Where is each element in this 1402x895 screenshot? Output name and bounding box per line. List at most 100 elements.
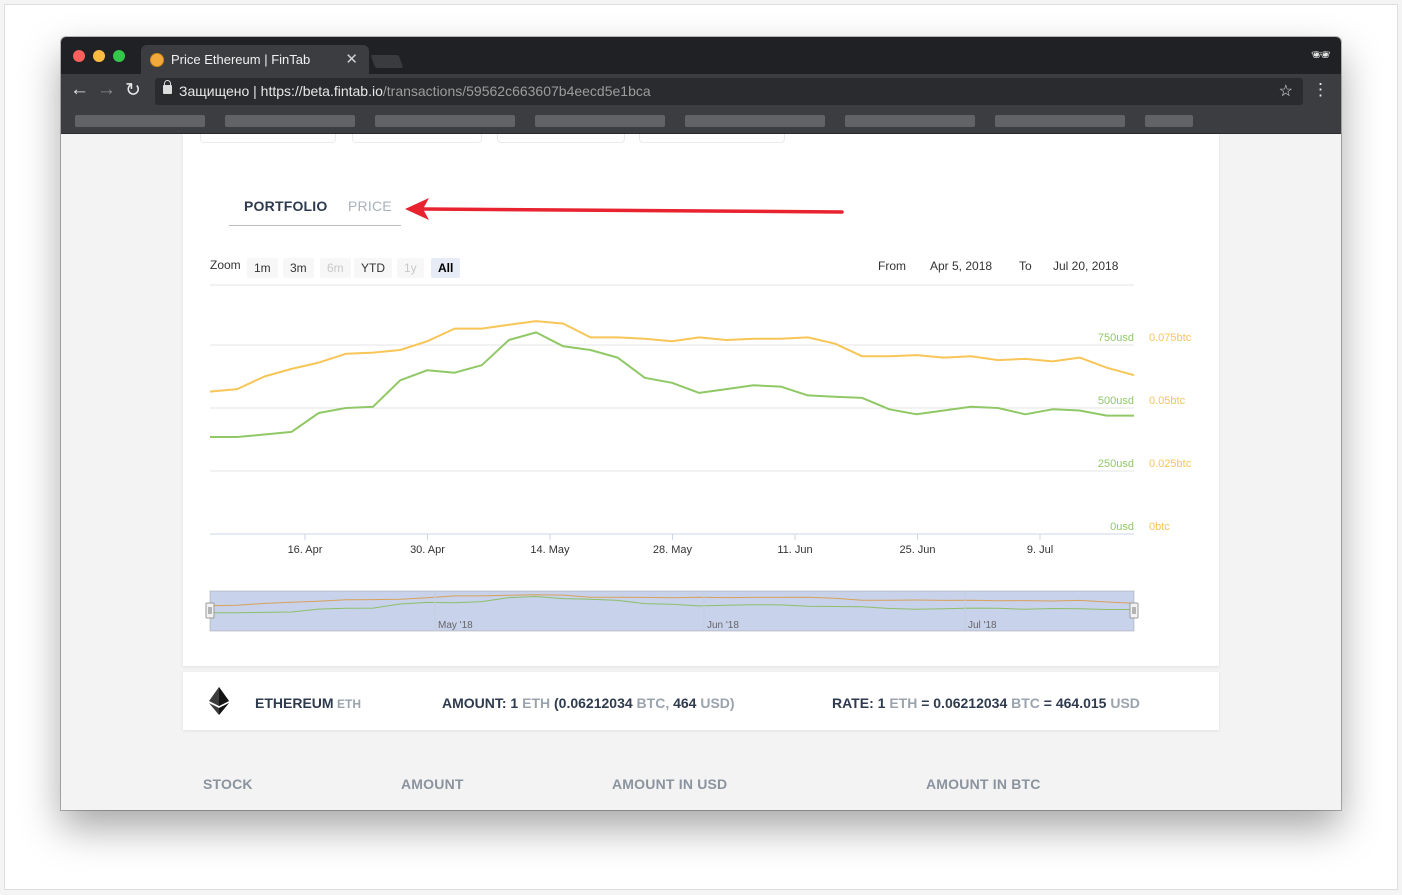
browser-menu-icon[interactable]: ⋮ [1312, 80, 1329, 100]
bookmark-item[interactable] [75, 115, 205, 127]
chart-card: PORTFOLIO PRICE Zoom 1m 3m 6m YTD 1y All… [183, 134, 1219, 666]
forward-arrow-icon[interactable]: → [97, 79, 116, 101]
y-axis-btc-label: 0.075btc [1149, 332, 1192, 344]
page-content: PORTFOLIO PRICE Zoom 1m 3m 6m YTD 1y All… [61, 134, 1341, 810]
ethereum-logo-icon [209, 687, 229, 715]
y-axis-btc-label: 0btc [1149, 521, 1170, 533]
address-text: Защищено | https://beta.fintab.io/transa… [179, 83, 651, 99]
address-bar[interactable]: Защищено | https://beta.fintab.io/transa… [155, 78, 1303, 105]
bookmark-item[interactable] [535, 115, 665, 127]
range-to-label: To [1019, 259, 1032, 273]
url-host: beta.fintab.io [302, 83, 383, 99]
rate-symbol: ETH [889, 695, 918, 711]
browser-tab-active[interactable]: Price Ethereum | FinTab ✕ [141, 45, 369, 74]
amount-usd-symbol: USD) [700, 695, 735, 711]
range-from-label: From [878, 259, 906, 273]
browser-toolbar: ← → ↻ Защищено | https://beta.fintab.io/… [61, 74, 1341, 109]
amount-usd: 464 [673, 695, 697, 711]
y-axis-btc-label: 0.025btc [1149, 458, 1192, 470]
y-axis-usd-label: 750usd [1098, 332, 1134, 344]
navigator-label: Jun '18 [707, 620, 739, 631]
usd-series-line [210, 331, 1134, 438]
close-window-button[interactable] [73, 50, 85, 62]
secure-label: Защищено [179, 83, 250, 99]
range-from-input[interactable]: Apr 5, 2018 [930, 259, 992, 273]
y-axis-usd-label: 250usd [1098, 458, 1134, 470]
zoom-ytd-button[interactable]: YTD [354, 258, 392, 278]
rate-btc: = 0.06212034 [921, 695, 1008, 711]
url-scheme: https:// [260, 83, 303, 99]
bookmark-item[interactable] [995, 115, 1125, 127]
browser-window: Price Ethereum | FinTab ✕ 🕶 ← → ↻ Защище… [61, 37, 1341, 810]
column-header-amount-usd[interactable]: AMOUNT IN USD [612, 776, 727, 792]
annotation-arrow [405, 198, 844, 220]
navigator-right-handle[interactable] [1129, 602, 1139, 619]
tab-portfolio[interactable]: PORTFOLIO [244, 198, 327, 214]
amount-btc-symbol: BTC, [636, 695, 670, 711]
x-axis-label: 14. May [530, 544, 570, 556]
bookmark-item[interactable] [375, 115, 515, 127]
lock-icon [163, 80, 172, 94]
navigator-left-handle[interactable] [205, 602, 215, 619]
bookmark-item[interactable] [685, 115, 825, 127]
y-axis-usd-label: 0usd [1110, 521, 1134, 533]
ghost-tab [497, 134, 625, 143]
reload-icon[interactable]: ↻ [125, 79, 141, 102]
column-header-amount-btc[interactable]: AMOUNT IN BTC [926, 776, 1041, 792]
bookmark-item[interactable] [225, 115, 355, 127]
asset-summary-row: ETHEREUM ETH AMOUNT: 1 ETH (0.06212034 B… [183, 672, 1219, 730]
asset-amount: AMOUNT: 1 ETH (0.06212034 BTC, 464 USD) [442, 695, 735, 711]
amount-label: AMOUNT: 1 [442, 695, 519, 711]
zoom-1m-button[interactable]: 1m [247, 258, 278, 278]
bookmarks-bar [61, 109, 1341, 134]
bookmark-item[interactable] [1145, 115, 1193, 127]
tab-title: Price Ethereum | FinTab [171, 52, 311, 67]
browser-titlebar: Price Ethereum | FinTab ✕ 🕶 [61, 37, 1341, 74]
btc-series-line [209, 320, 1135, 393]
amount-symbol: ETH [522, 695, 551, 711]
range-to-input[interactable]: Jul 20, 2018 [1053, 259, 1118, 273]
x-axis-label: 25. Jun [899, 544, 935, 556]
y-axis-btc-label: 0.05btc [1149, 395, 1186, 407]
chart-navigator[interactable]: May '18 Jun '18 Jul '18 [205, 590, 1139, 634]
x-axis-label: 9. Jul [1027, 544, 1053, 556]
amount-btc: (0.06212034 [554, 695, 633, 711]
back-arrow-icon[interactable]: ← [70, 79, 89, 101]
rate-usd-symbol: USD [1110, 695, 1140, 711]
zoom-all-button[interactable]: All [431, 258, 461, 278]
zoom-label: Zoom [210, 258, 241, 272]
ghost-tab [352, 134, 482, 143]
tab-close-icon[interactable]: ✕ [345, 50, 358, 68]
navigator-label: May '18 [438, 620, 473, 631]
url-path: /transactions/59562c663607b4eecd5e1bca [382, 83, 651, 99]
incognito-icon: 🕶 [1310, 47, 1331, 64]
tab-price[interactable]: PRICE [348, 198, 392, 214]
zoom-3m-button[interactable]: 3m [283, 258, 314, 278]
x-axis-label: 16. Apr [288, 544, 323, 556]
ghost-tab [200, 134, 336, 143]
ghost-tab [639, 134, 785, 143]
price-chart: 750usd 0.075btc 500usd 0.05btc 250usd 0.025bt… [209, 284, 1192, 556]
zoom-6m-button[interactable]: 6m [320, 258, 351, 278]
column-header-stock[interactable]: STOCK [203, 776, 253, 792]
chart-tabs: PORTFOLIO PRICE [229, 190, 401, 226]
fintab-favicon-icon [150, 53, 164, 67]
asset-rate: RATE: 1 ETH = 0.06212034 BTC = 464.015 U… [832, 695, 1140, 711]
x-axis-label: 28. May [653, 544, 693, 556]
bookmark-item[interactable] [845, 115, 975, 127]
rate-label: RATE: 1 [832, 695, 886, 711]
rate-btc-symbol: BTC [1011, 695, 1040, 711]
maximize-window-button[interactable] [113, 50, 125, 62]
zoom-1y-button[interactable]: 1y [397, 258, 424, 278]
y-axis-usd-label: 500usd [1098, 395, 1134, 407]
bookmark-star-icon[interactable]: ☆ [1279, 81, 1293, 101]
minimize-window-button[interactable] [93, 50, 105, 62]
rate-usd: = 464.015 [1043, 695, 1107, 711]
column-header-amount[interactable]: AMOUNT [401, 776, 464, 792]
new-tab-button[interactable] [370, 55, 404, 68]
x-axis-label: 11. Jun [777, 544, 812, 556]
x-axis-label: 30. Apr [410, 544, 445, 556]
navigator-label: Jul '18 [968, 620, 997, 631]
asset-name: ETHEREUM [255, 695, 334, 711]
asset-symbol: ETH [337, 697, 361, 711]
